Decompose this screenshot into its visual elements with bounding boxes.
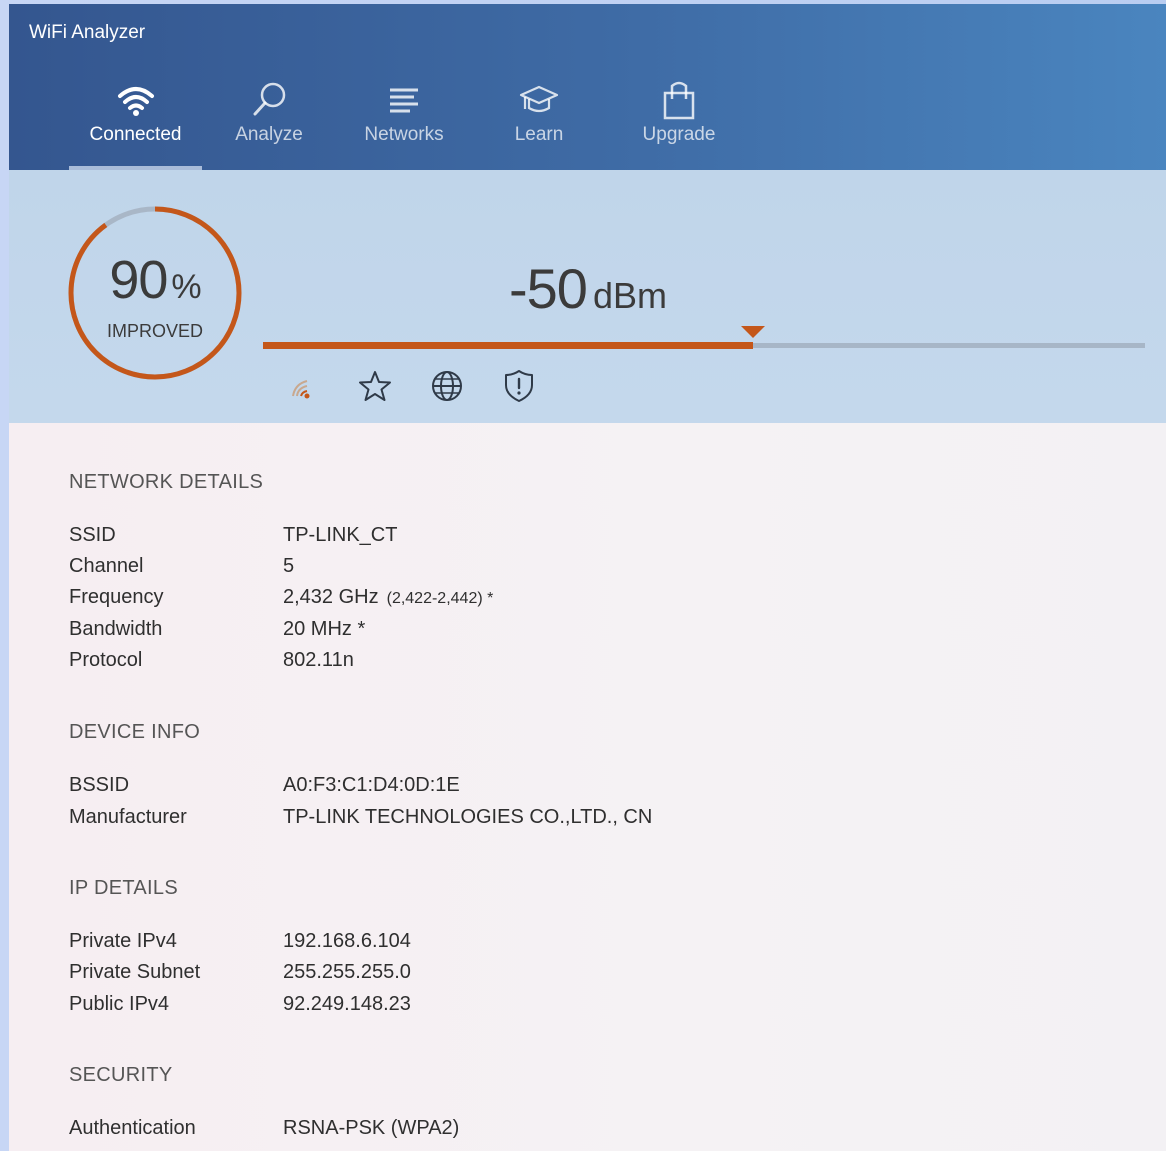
tab-label: Networks: [364, 124, 444, 145]
detail-value: 5: [283, 555, 295, 577]
detail-label: Channel: [69, 555, 144, 577]
detail-label: Private IPv4: [69, 930, 177, 952]
tab-label: Upgrade: [642, 124, 716, 145]
detail-value: 802.11n: [283, 649, 354, 671]
detail-label: Private Subnet: [69, 961, 201, 983]
shopping-bag-icon: [663, 81, 695, 120]
gauge-percent: 90: [109, 250, 168, 310]
gauge-caption: IMPROVED: [106, 321, 203, 341]
detail-label: Authentication: [69, 1117, 196, 1139]
meter-fill: [263, 342, 753, 349]
star-icon[interactable]: [357, 368, 393, 404]
detail-label: Manufacturer: [69, 806, 187, 828]
detail-label: BSSID: [69, 774, 130, 796]
detail-label: Bandwidth: [69, 618, 163, 640]
frequency-value: 2,432 GHz: [283, 586, 379, 608]
signal-strength-icon[interactable]: [285, 368, 321, 404]
detail-label: Protocol: [69, 649, 143, 671]
section-title-ip-details: IP DETAILS: [69, 877, 178, 899]
frequency-range: (2,422-2,442) *: [386, 590, 494, 607]
shield-alert-icon[interactable]: [501, 368, 537, 404]
dbm-value: -50: [509, 257, 588, 320]
app-window: WiFi Analyzer Connected Analyze Networks…: [9, 4, 1166, 1151]
tab-label: Connected: [89, 124, 182, 145]
detail-value: RSNA-PSK (WPA2): [283, 1117, 460, 1139]
detail-value: TP-LINK TECHNOLOGIES CO.,LTD., CN: [283, 806, 653, 828]
section-title-security: SECURITY: [69, 1064, 173, 1086]
signal-dbm-readout: -50 dBm: [509, 256, 969, 321]
tab-connected[interactable]: Connected: [69, 70, 202, 170]
details-panel: NETWORK DETAILS SSID TP-LINK_CT Channel …: [9, 423, 1166, 1151]
signal-meter: [263, 326, 1145, 350]
detail-value: 255.255.255.0: [283, 961, 411, 983]
section-title-network-details: NETWORK DETAILS: [69, 471, 264, 493]
detail-value: 192.168.6.104: [283, 930, 411, 952]
signal-panel: 90% IMPROVED -50 dBm: [9, 170, 1166, 423]
detail-value: 92.249.148.23: [283, 993, 411, 1015]
tab-analyze[interactable]: Analyze: [219, 70, 319, 170]
list-icon: [390, 88, 418, 113]
signal-quality-gauge: 90% IMPROVED: [65, 203, 245, 383]
tab-networks[interactable]: Networks: [349, 70, 459, 170]
tab-upgrade[interactable]: Upgrade: [629, 70, 729, 170]
app-title: WiFi Analyzer: [29, 22, 146, 43]
tab-learn[interactable]: Learn: [499, 70, 579, 170]
tab-label: Learn: [514, 124, 564, 145]
detail-label: Public IPv4: [69, 993, 170, 1015]
detail-label: Frequency: [69, 586, 164, 608]
detail-value: 2,432 GHz (2,422-2,442) *: [283, 586, 493, 609]
detail-value: TP-LINK_CT: [283, 524, 398, 546]
gauge-percent-unit: %: [171, 268, 201, 306]
globe-icon[interactable]: [429, 368, 465, 404]
detail-label: SSID: [69, 524, 116, 546]
dbm-unit: dBm: [592, 275, 667, 316]
section-title-device-info: DEVICE INFO: [69, 721, 201, 743]
wifi-icon: [117, 87, 154, 116]
meter-pointer-icon: [740, 326, 765, 338]
tab-label: Analyze: [235, 124, 303, 145]
detail-value: 20 MHz *: [283, 618, 366, 640]
magnifier-icon: [253, 82, 286, 116]
detail-value: A0:F3:C1:D4:0D:1E: [283, 774, 460, 796]
title-bar: WiFi Analyzer Connected Analyze Networks…: [9, 4, 1166, 170]
gauge-value: 90%: [65, 249, 245, 311]
graduation-cap-icon: [519, 85, 559, 113]
